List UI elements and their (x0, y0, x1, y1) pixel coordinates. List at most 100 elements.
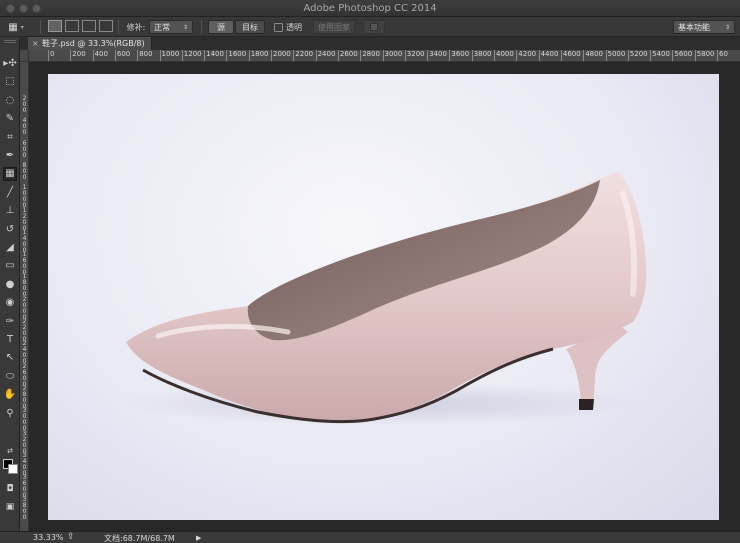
tool-preset-picker[interactable]: ▦ ▾ (4, 20, 28, 34)
eyedropper-icon[interactable]: ✒ (3, 149, 17, 163)
transparent-label: 透明 (286, 22, 302, 32)
ruler-tick-label: 1000 (22, 184, 27, 210)
hand-icon[interactable]: ✋ (3, 388, 17, 402)
ruler-tick-label: 2600 (22, 362, 27, 388)
ruler-tick-label: 3000 (382, 50, 402, 61)
ruler-tick-label: 5400 (650, 50, 670, 61)
ruler-tick-label: 0 (48, 50, 54, 61)
status-menu-arrow-icon[interactable]: ▶ (196, 534, 201, 542)
patch-icon[interactable]: ▦ (3, 167, 17, 182)
document-tab-bar: × 鞋子.psd @ 33.3%(RGB/8) (20, 37, 740, 50)
document-tab-title: 鞋子.psd @ 33.3%(RGB/8) (42, 39, 145, 48)
document-canvas[interactable] (48, 74, 719, 520)
background-color-swatch[interactable] (8, 464, 18, 474)
dodge-icon[interactable]: ◉ (3, 296, 17, 310)
intersect-selection-icon[interactable] (99, 20, 113, 32)
patch-mode-value: 正常 (154, 22, 170, 32)
ruler-tick-label: 4200 (516, 50, 536, 61)
swap-colors-icon[interactable]: ⇄ (3, 444, 17, 458)
transparent-checkbox[interactable] (273, 22, 283, 32)
chevron-down-icon: ▾ (20, 23, 24, 31)
vertical-ruler[interactable]: 2004006008001000120014001600180020002200… (20, 62, 29, 531)
screen-mode-icon[interactable]: ▣ (3, 500, 17, 514)
target-button[interactable]: 目标 (235, 20, 265, 34)
document-tab[interactable]: × 鞋子.psd @ 33.3%(RGB/8) (28, 37, 152, 50)
close-icon[interactable]: × (32, 37, 39, 50)
ruler-tick-label: 1200 (22, 206, 27, 232)
ruler-tick-label: 1800 (248, 50, 269, 61)
title-bar: Adobe Photoshop CC 2014 (0, 0, 740, 17)
horizontal-ruler[interactable]: 0 200 400 600 800 1000 1200 1400 1600 1800 2000 220… (29, 50, 740, 62)
pen-icon[interactable]: ✑ (3, 315, 17, 329)
use-pattern-button[interactable]: 使用图案 (313, 20, 355, 34)
patch-mode-select[interactable]: 正常 ⇕ (149, 20, 193, 34)
path-select-icon[interactable]: ↖ (3, 351, 17, 365)
ruler-tick-label: 1000 (159, 50, 179, 61)
ruler-tick-label: 600 (22, 139, 27, 159)
stamp-icon[interactable]: ⊥ (3, 204, 17, 218)
ruler-tick-label: 4600 (560, 50, 581, 61)
window-title: Adobe Photoshop CC 2014 (303, 3, 437, 14)
ruler-tick-label: 1600 (226, 50, 246, 61)
eraser-icon[interactable]: ◢ (3, 241, 17, 255)
ruler-tick-label: 3200 (22, 429, 27, 455)
ruler-tick-label: 800 (22, 161, 27, 181)
move-icon[interactable]: ▸✣ (3, 57, 17, 71)
toolbox-grip[interactable] (4, 40, 16, 43)
ruler-tick-label: 5600 (672, 50, 692, 61)
zoom-level[interactable]: 33.33% (33, 533, 64, 542)
ruler-tick-label: 2800 (360, 50, 380, 61)
marquee-icon[interactable]: ⬚ (3, 75, 17, 89)
ruler-tick-label: 200 (22, 95, 27, 114)
ruler-tick-label: 1800 (22, 273, 27, 299)
ruler-tick-label: 3400 (427, 50, 447, 61)
status-bar: 33.33% ⇪ 文档:68.7M/68.7M ▶ (0, 531, 740, 543)
zoom-icon[interactable]: ⚲ (3, 407, 17, 421)
ruler-tick-label: 2400 (22, 340, 27, 366)
ruler-tick-label: 2600 (337, 50, 358, 61)
pattern-swatch-icon (370, 23, 378, 31)
new-selection-icon[interactable] (48, 20, 62, 32)
ruler-tick-label: 3000 (22, 407, 27, 433)
ruler-tick-label: 5000 (605, 50, 625, 61)
updown-arrow-icon: ⇕ (182, 23, 188, 31)
share-icon[interactable]: ⇪ (67, 532, 75, 542)
quick-mask-icon[interactable]: ◘ (3, 482, 17, 496)
source-button[interactable]: 源 (208, 20, 234, 34)
ellipse-icon[interactable]: ⬭ (3, 370, 17, 384)
gradient-icon[interactable]: ▭ (3, 259, 17, 273)
workspace-value: 基本功能 (678, 22, 710, 32)
quick-select-icon[interactable]: ✎ (3, 112, 17, 126)
brush-icon[interactable]: ╱ (3, 186, 17, 200)
shoe-image (118, 172, 647, 426)
ruler-origin[interactable] (20, 50, 29, 62)
crop-icon[interactable]: ⌗ (3, 131, 17, 145)
ruler-tick-label: 1200 (181, 50, 202, 61)
add-selection-icon[interactable] (65, 20, 79, 32)
ruler-tick-label: 2400 (315, 50, 335, 61)
ruler-tick-label: 3800 (22, 496, 27, 522)
subtract-selection-icon[interactable] (82, 20, 96, 32)
lasso-icon[interactable]: ◌ (3, 94, 17, 108)
ruler-tick-label: 400 (92, 50, 108, 61)
ruler-tick-label: 2200 (293, 50, 313, 61)
document-size: 文档:68.7M/68.7M (104, 534, 175, 543)
ruler-tick-label: 2000 (271, 50, 291, 61)
ruler-tick-label: 3600 (449, 50, 469, 61)
ruler-tick-label: 200 (70, 50, 86, 61)
ruler-tick-label: 3200 (404, 50, 425, 61)
ruler-tick-label: 5200 (627, 50, 648, 61)
history-brush-icon[interactable]: ↺ (3, 223, 17, 237)
workspace-select[interactable]: 基本功能 ⇕ (673, 20, 735, 34)
ruler-tick-label: 600 (114, 50, 130, 61)
heel-tip (579, 399, 594, 410)
pattern-picker[interactable] (363, 20, 385, 34)
ruler-tick-label: 3800 (471, 50, 492, 61)
ruler-tick-label: 4000 (494, 50, 514, 61)
ruler-tick-label: 800 (137, 50, 153, 61)
type-icon[interactable]: T (3, 333, 17, 347)
options-bar: ▦ ▾ 修补: 正常 ⇕ 源 目标 透明 使用图案 基本功能 ⇕ (0, 17, 740, 37)
blur-icon[interactable]: ● (3, 278, 17, 292)
ruler-tick-label: 5800 (694, 50, 715, 61)
patch-tool-icon: ▦ (8, 21, 18, 33)
